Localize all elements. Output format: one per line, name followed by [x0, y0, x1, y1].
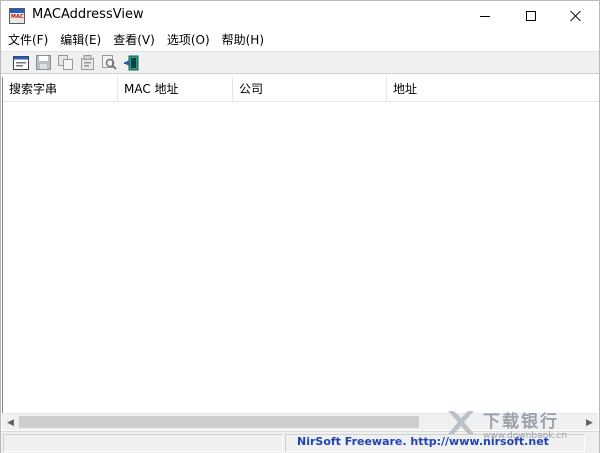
properties-icon [80, 55, 94, 70]
save-icon [35, 55, 51, 70]
maximize-button[interactable] [508, 1, 554, 31]
menu-help[interactable]: 帮助(H) [216, 31, 270, 50]
menu-edit[interactable]: 编辑(E) [54, 31, 107, 50]
save-button[interactable] [32, 53, 54, 73]
window-title: MACAddressView [32, 7, 144, 22]
minimize-icon [480, 15, 490, 17]
watermark: 下载银行 www.downbank.cn [445, 405, 595, 443]
copy-button[interactable] [54, 53, 76, 73]
mac-address-list[interactable]: 搜索字串 MAC 地址 公司 地址 [2, 77, 599, 413]
search-properties-button[interactable] [10, 53, 32, 73]
app-window: MAC MACAddressView 文件(F) 编辑(E) 查看(V) 选项(… [0, 0, 600, 453]
watermark-subtitle: www.downbank.cn [483, 431, 568, 441]
minimize-button[interactable] [462, 1, 508, 31]
watermark-title: 下载银行 [483, 412, 559, 432]
watermark-logo-icon [448, 411, 474, 434]
search-properties-icon [13, 55, 29, 70]
status-pane-items [3, 434, 283, 452]
scroll-left-button[interactable]: ◀ [2, 414, 19, 431]
find-button[interactable] [98, 53, 120, 73]
toolbar [1, 51, 599, 74]
properties-button[interactable] [76, 53, 98, 73]
menu-file[interactable]: 文件(F) [1, 31, 54, 50]
close-icon [570, 10, 582, 22]
menu-options[interactable]: 选项(O) [161, 31, 216, 50]
column-header-company[interactable]: 公司 [233, 77, 387, 102]
exit-icon [124, 55, 139, 70]
copy-icon [57, 55, 73, 70]
app-icon-text: MAC [11, 14, 24, 20]
close-button[interactable] [553, 1, 599, 31]
list-header: 搜索字串 MAC 地址 公司 地址 [3, 77, 599, 102]
find-icon [101, 55, 117, 70]
column-header-address[interactable]: 地址 [387, 77, 599, 102]
column-header-mac-address[interactable]: MAC 地址 [118, 77, 233, 102]
chevron-left-icon: ◀ [7, 417, 14, 428]
exit-button[interactable] [120, 53, 142, 73]
title-bar[interactable]: MAC MACAddressView [1, 1, 599, 31]
menu-bar: 文件(F) 编辑(E) 查看(V) 选项(O) 帮助(H) [1, 31, 599, 50]
scrollbar-thumb[interactable] [19, 416, 419, 428]
column-header-search-string[interactable]: 搜索字串 [3, 77, 118, 102]
app-icon: MAC [9, 8, 25, 24]
menu-view[interactable]: 查看(V) [107, 31, 161, 50]
maximize-icon [526, 11, 536, 21]
